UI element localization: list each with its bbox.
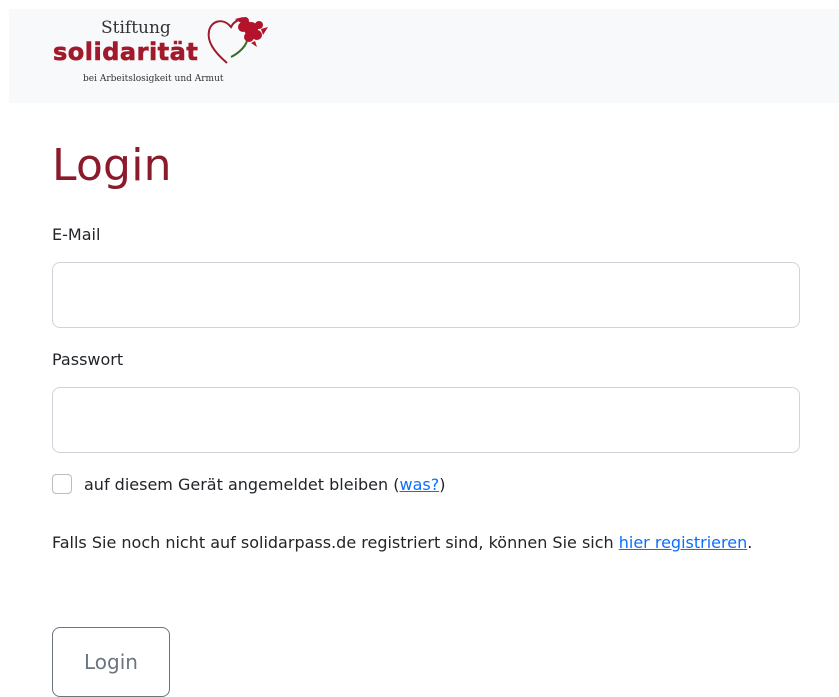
password-field[interactable] [52, 387, 800, 453]
register-notice: Falls Sie noch nicht auf solidarpass.de … [52, 527, 812, 559]
register-suffix: . [747, 533, 753, 552]
logo-line-solidaritaet: solidarität [53, 38, 199, 67]
logo-line-stiftung: Stiftung [101, 18, 171, 38]
remember-me-suffix: ) [439, 474, 446, 494]
remember-me-checkbox[interactable] [52, 474, 72, 494]
heart-carnation-icon [207, 17, 268, 64]
register-text: Falls Sie noch nicht auf solidarpass.de … [52, 533, 619, 552]
register-link[interactable]: hier registrieren [619, 533, 747, 552]
remember-me-row: auf diesem Gerät angemeldet bleiben (was… [52, 474, 445, 494]
login-button[interactable]: Login [52, 627, 170, 697]
logo-tagline: bei Arbeitslosigkeit und Armut [83, 74, 224, 84]
stiftung-solidaritaet-logo[interactable]: Stiftung solidarität bei Arbeitslosigkei… [53, 15, 283, 95]
password-label: Passwort [52, 350, 124, 369]
page-title: Login [52, 140, 172, 191]
email-field[interactable] [52, 262, 800, 328]
header: Stiftung solidarität bei Arbeitslosigkei… [9, 9, 839, 103]
what-is-this-link[interactable]: was? [399, 475, 439, 494]
remember-me-label: auf diesem Gerät angemeldet bleiben ( [84, 474, 400, 494]
email-label: E-Mail [52, 225, 101, 244]
